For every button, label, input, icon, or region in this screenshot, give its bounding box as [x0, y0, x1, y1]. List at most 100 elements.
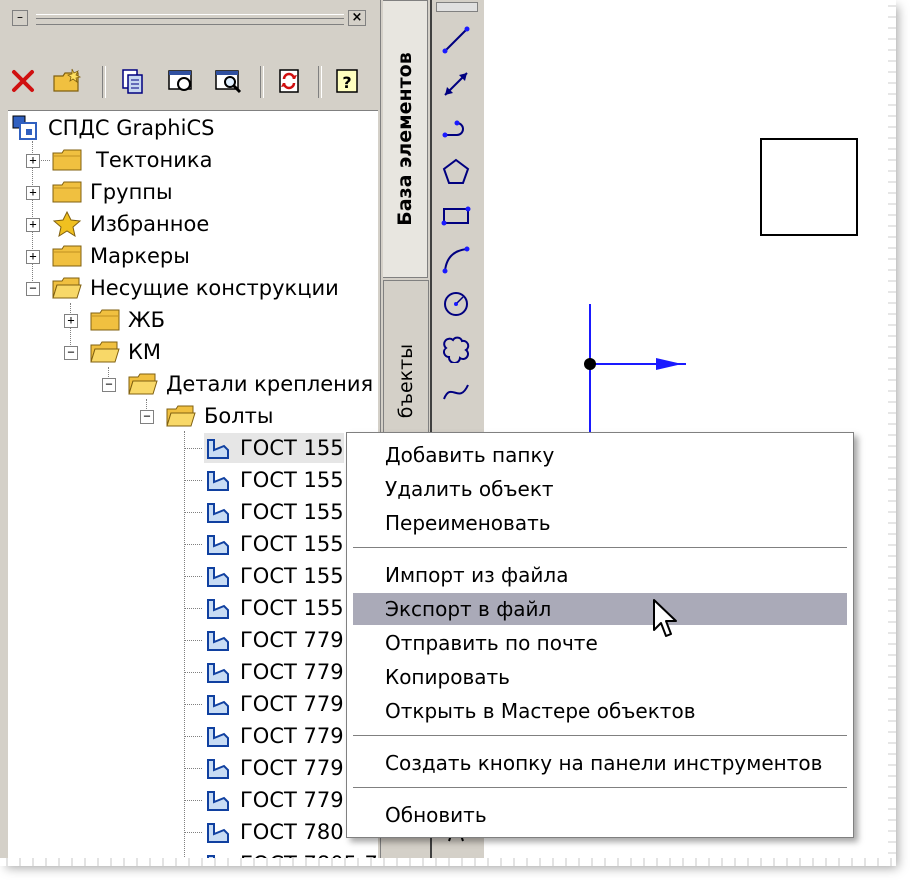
collapse-toggle[interactable]: − — [64, 346, 78, 360]
element-base-panel: – × ? СПДС GraphiCS + Тектоника + Группы… — [0, 0, 380, 862]
toolbar-separator — [260, 66, 264, 98]
expand-toggle[interactable]: + — [26, 218, 40, 232]
expand-toggle[interactable]: + — [26, 154, 40, 168]
tree-item-label: Группы — [90, 180, 173, 204]
menu-item-send-mail[interactable]: Отправить по почте — [353, 627, 847, 659]
line-tool-button[interactable] — [438, 22, 474, 58]
tree-item-bolt[interactable]: ГОСТ 779 — [204, 785, 344, 815]
tree-item-bolt[interactable]: ГОСТ 780 — [204, 817, 344, 847]
bolt-object-icon — [207, 823, 229, 843]
pentagon-icon — [442, 158, 470, 184]
star-icon — [52, 211, 82, 237]
menu-item-create-toolbar-button[interactable]: Создать кнопку на панели инструментов — [353, 747, 847, 779]
line-icon — [442, 26, 470, 54]
find-button[interactable] — [212, 64, 246, 98]
close-button[interactable]: × — [348, 10, 366, 26]
polygon-tool-button[interactable] — [438, 154, 474, 190]
spds-logo-icon — [12, 115, 37, 140]
tree-item-zhb[interactable]: ЖБ — [90, 305, 165, 335]
collapse-toggle[interactable]: − — [26, 282, 40, 296]
collapse-toggle[interactable]: − — [102, 378, 116, 392]
new-folder-button[interactable] — [50, 64, 84, 98]
menu-item-label: Отправить по почте — [385, 631, 598, 655]
menu-item-delete-object[interactable]: Удалить объект — [353, 473, 847, 505]
tree-item-label: ГОСТ 779 — [240, 692, 344, 716]
circle-tool-button[interactable] — [438, 286, 474, 322]
tree-item-km[interactable]: КМ — [90, 337, 161, 367]
expand-toggle[interactable]: + — [26, 186, 40, 200]
help-icon: ? — [336, 69, 358, 93]
cloud-tool-button[interactable] — [438, 330, 474, 366]
folder-open-icon — [52, 277, 82, 299]
menu-item-refresh[interactable]: Обновить — [353, 799, 847, 831]
tree-item-bolt[interactable]: ГОСТ 155 — [204, 433, 344, 463]
tree-item-bolt[interactable]: ГОСТ 779 — [204, 657, 344, 687]
bolt-object-icon — [207, 439, 229, 459]
folder-open-icon — [90, 341, 120, 363]
drag-grip-line — [36, 18, 344, 19]
tree-item-markers[interactable]: Маркеры — [52, 241, 190, 271]
collapse-toggle[interactable]: − — [140, 410, 154, 424]
minimize-button[interactable]: – — [12, 10, 28, 26]
toolbar-grip[interactable] — [436, 2, 478, 12]
mouse-cursor-icon — [653, 599, 677, 637]
tree-guide — [184, 640, 202, 641]
bolt-object-icon — [207, 631, 229, 651]
tree-item-bolt[interactable]: ГОСТ 155 — [204, 465, 344, 495]
element-tree: СПДС GraphiCS + Тектоника + Группы + Изб… — [8, 110, 378, 862]
tree-item-label: ЖБ — [128, 308, 166, 332]
polyline-tool-button[interactable] — [438, 110, 474, 146]
preview-button[interactable] — [164, 64, 198, 98]
tree-item-bolt[interactable]: ГОСТ 779 — [204, 721, 344, 751]
menu-item-export[interactable]: Экспорт в файл — [353, 593, 847, 625]
tree-item-bolts[interactable]: Болты — [166, 401, 274, 431]
tree-item-groups[interactable]: Группы — [52, 177, 173, 207]
tree-root[interactable]: СПДС GraphiCS — [12, 113, 214, 143]
properties-button[interactable] — [116, 64, 150, 98]
tree-item-load-bearing[interactable]: Несущие конструкции — [52, 273, 339, 303]
tree-item-label: Тектоника — [96, 148, 213, 172]
refresh-icon — [279, 69, 299, 93]
tree-item-bolt[interactable]: ГОСТ 155 — [204, 561, 344, 591]
toolbar-separator — [102, 66, 106, 98]
tree-item-bolt[interactable]: ГОСТ 779 — [204, 625, 344, 655]
drawn-rectangle[interactable] — [760, 138, 858, 236]
menu-item-label: Копировать — [385, 665, 510, 689]
tree-item-bolt[interactable]: ГОСТ 155 — [204, 529, 344, 559]
bolt-object-icon — [207, 791, 229, 811]
drag-grip[interactable] — [36, 14, 344, 25]
bolt-object-icon — [207, 567, 229, 587]
tree-item-bolt[interactable]: ГОСТ 155 — [204, 497, 344, 527]
tree-item-label: ГОСТ 779 — [240, 788, 344, 812]
expand-toggle[interactable]: + — [26, 250, 40, 264]
tree-root-label: СПДС GraphiCS — [48, 116, 215, 140]
tree-item-tektonika[interactable]: Тектоника — [52, 145, 212, 175]
help-button[interactable]: ? — [330, 64, 364, 98]
tree-item-bolt[interactable]: ГОСТ 779 — [204, 689, 344, 719]
menu-item-import[interactable]: Импорт из файла — [353, 559, 847, 591]
menu-item-open-wizard[interactable]: Открыть в Мастере объектов — [353, 695, 847, 727]
folder-icon — [52, 181, 82, 203]
tree-item-fastening-details[interactable]: Детали крепления — [128, 369, 373, 399]
spline-tool-button[interactable] — [438, 374, 474, 410]
delete-button[interactable] — [6, 64, 40, 98]
refresh-button[interactable] — [272, 64, 306, 98]
arc-tool-button[interactable] — [438, 242, 474, 278]
dimension-tool-button[interactable] — [438, 66, 474, 102]
bolt-object-icon — [207, 599, 229, 619]
menu-item-label: Создать кнопку на панели инструментов — [385, 751, 823, 775]
tree-item-bolt[interactable]: ГОСТ 155 — [204, 593, 344, 623]
tree-item-bolt[interactable]: ГОСТ 779 — [204, 753, 344, 783]
expand-toggle[interactable]: + — [64, 314, 78, 328]
preview-icon — [168, 70, 192, 91]
panel-toolbar: ? — [4, 58, 374, 106]
tree-item-favorites[interactable]: Избранное — [52, 209, 209, 239]
menu-item-add-folder[interactable]: Добавить папку — [353, 439, 847, 471]
rectangle-tool-button[interactable] — [438, 198, 474, 234]
menu-item-copy[interactable]: Копировать — [353, 661, 847, 693]
panel-titlebar[interactable]: – × — [8, 6, 368, 30]
tree-item-label: ГОСТ 779 — [240, 756, 344, 780]
tab-element-base[interactable]: База элементов — [383, 0, 428, 278]
menu-item-rename[interactable]: Переименовать — [353, 507, 847, 539]
tree-guide — [184, 608, 202, 609]
